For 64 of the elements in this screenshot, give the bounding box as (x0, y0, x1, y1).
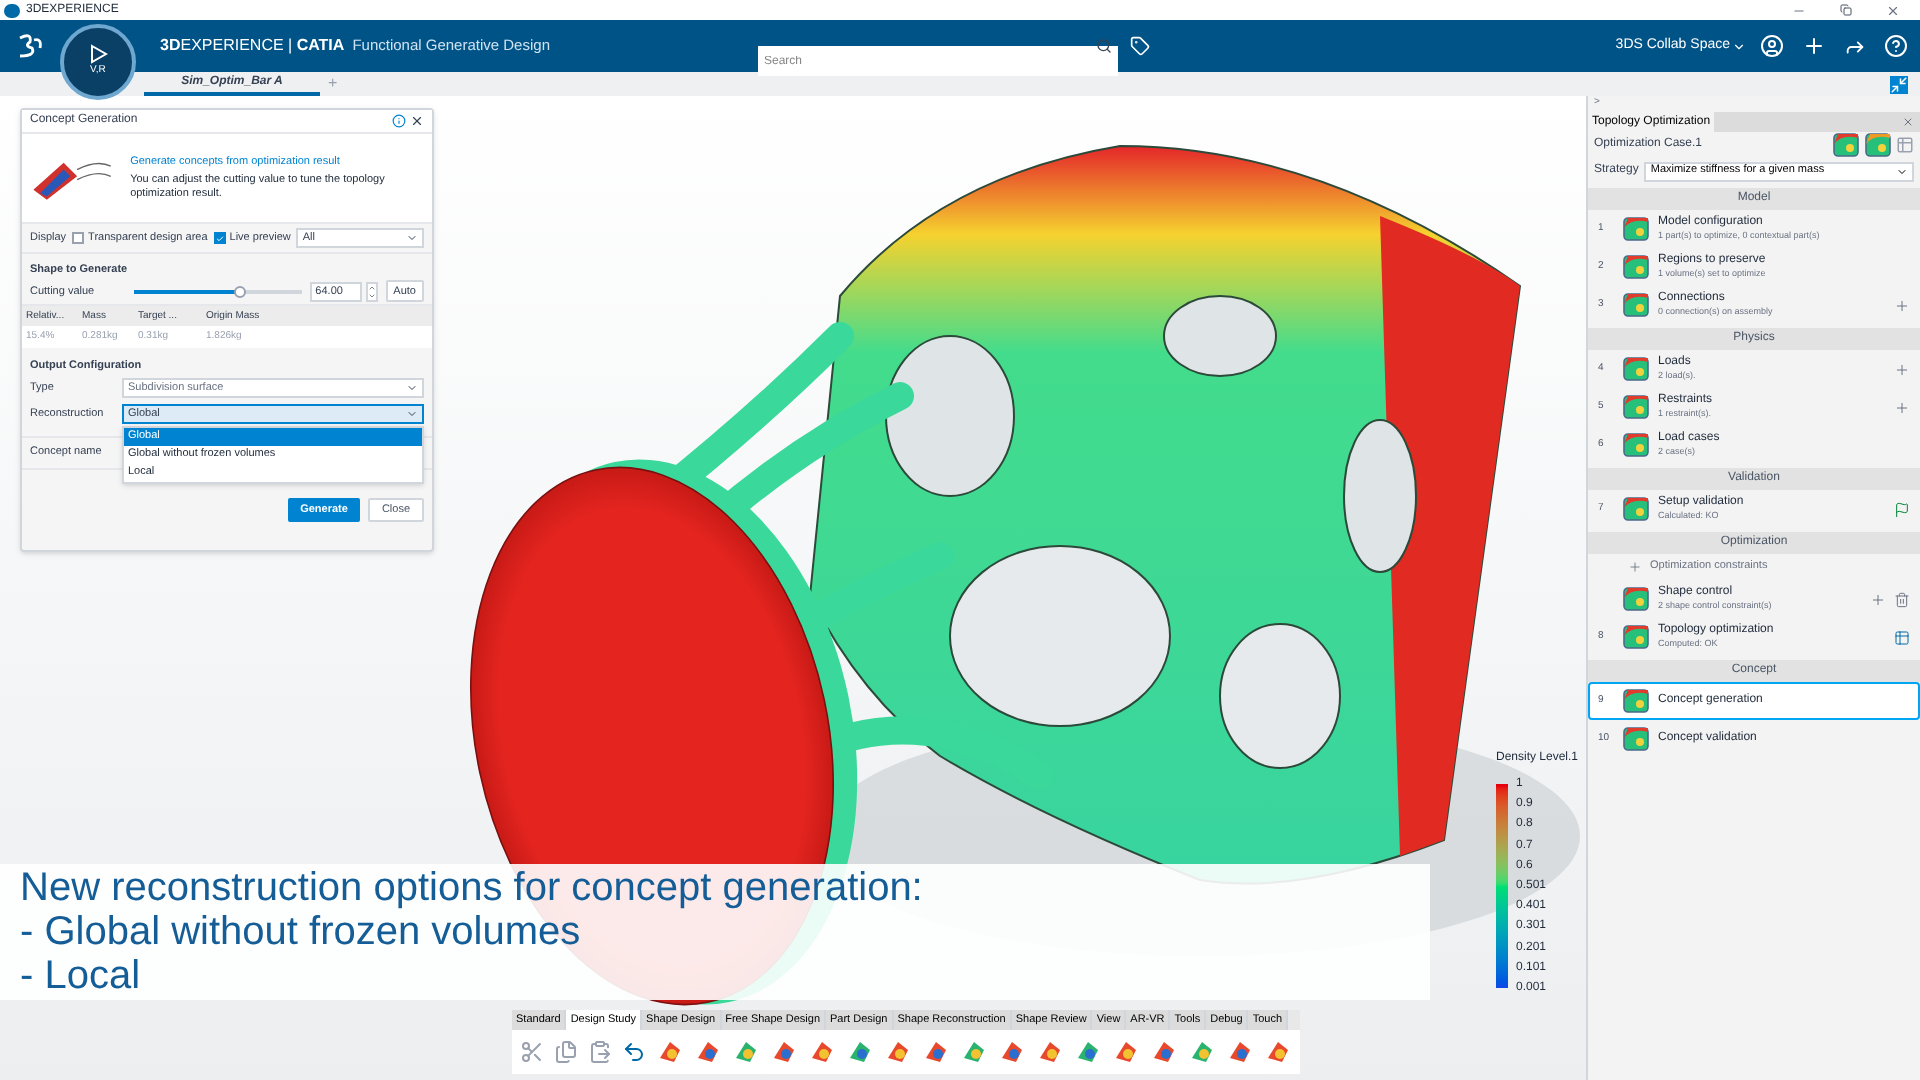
close-icon[interactable] (410, 114, 424, 128)
part-icon (1622, 254, 1650, 280)
chevron-down-icon (406, 408, 418, 420)
display-mode-icon (1864, 132, 1892, 158)
checkbox[interactable] (72, 232, 85, 244)
part-tool-icon[interactable] (1264, 1038, 1292, 1066)
caption-line: - Local (20, 954, 143, 998)
part-icon (1622, 726, 1650, 752)
part-tool-icon[interactable] (656, 1038, 684, 1066)
info-icon[interactable] (392, 114, 406, 128)
collapse-icon[interactable] (1890, 75, 1908, 93)
logo-icon (16, 32, 44, 60)
checkbox[interactable] (213, 232, 226, 244)
part-icon (1622, 292, 1650, 318)
tag-icon[interactable] (1130, 36, 1150, 56)
part-tool-icon[interactable] (1188, 1038, 1216, 1066)
user-icon[interactable] (1760, 34, 1784, 58)
part-tool-icon[interactable] (732, 1038, 760, 1066)
part-tool-icon[interactable] (998, 1038, 1026, 1066)
part-icon (1622, 586, 1650, 612)
part-tool-icon[interactable] (1074, 1038, 1102, 1066)
part-tool-icon[interactable] (694, 1038, 722, 1066)
part-tool-icon[interactable] (846, 1038, 874, 1066)
add-icon[interactable] (1802, 34, 1826, 58)
caption-heading: New reconstruction options for concept generation: (20, 866, 925, 910)
part-tool-icon[interactable] (770, 1038, 798, 1066)
part-icon (1622, 432, 1650, 458)
play-icon (89, 44, 107, 65)
part-tool-icon[interactable] (1112, 1038, 1140, 1066)
cut-icon[interactable] (520, 1040, 544, 1064)
close-icon[interactable] (1886, 3, 1900, 17)
table-icon[interactable] (1894, 629, 1910, 645)
slider-thumb[interactable] (233, 285, 246, 298)
chevron-down-icon (406, 232, 418, 244)
table-icon[interactable] (1896, 136, 1914, 154)
display-mode-icon (1832, 132, 1860, 158)
caption-line: - Global without frozen volumes (20, 910, 583, 954)
part-tool-icon[interactable] (808, 1038, 836, 1066)
flag-icon[interactable] (1894, 501, 1910, 517)
help-icon[interactable] (1884, 34, 1908, 58)
part-icon (1622, 496, 1650, 522)
part-icon (1622, 688, 1650, 714)
part-tool-icon[interactable] (922, 1038, 950, 1066)
chevron-down-icon (406, 382, 418, 394)
part-icon (1622, 356, 1650, 382)
part-tool-icon[interactable] (884, 1038, 912, 1066)
part-tool-icon[interactable] (1226, 1038, 1254, 1066)
chevron-down-icon (1896, 165, 1908, 177)
trash-icon[interactable] (1894, 591, 1910, 607)
app-icon (4, 3, 20, 17)
chevron-down-icon (1732, 39, 1746, 53)
undo-icon[interactable] (622, 1040, 646, 1064)
copy-icon[interactable] (554, 1040, 578, 1064)
part-tool-icon[interactable] (1036, 1038, 1064, 1066)
brand-title: 3DEXPERIENCE | CATIA (160, 34, 345, 58)
restore-icon[interactable] (1840, 4, 1852, 16)
part-tool-icon[interactable] (1150, 1038, 1178, 1066)
part-icon (1622, 216, 1650, 242)
part-tool-icon[interactable] (960, 1038, 988, 1066)
part-icon (1622, 394, 1650, 420)
share-icon[interactable] (1844, 35, 1866, 57)
paste-icon[interactable] (588, 1040, 612, 1064)
search-icon[interactable] (1096, 38, 1112, 54)
part-icon (1622, 624, 1650, 650)
